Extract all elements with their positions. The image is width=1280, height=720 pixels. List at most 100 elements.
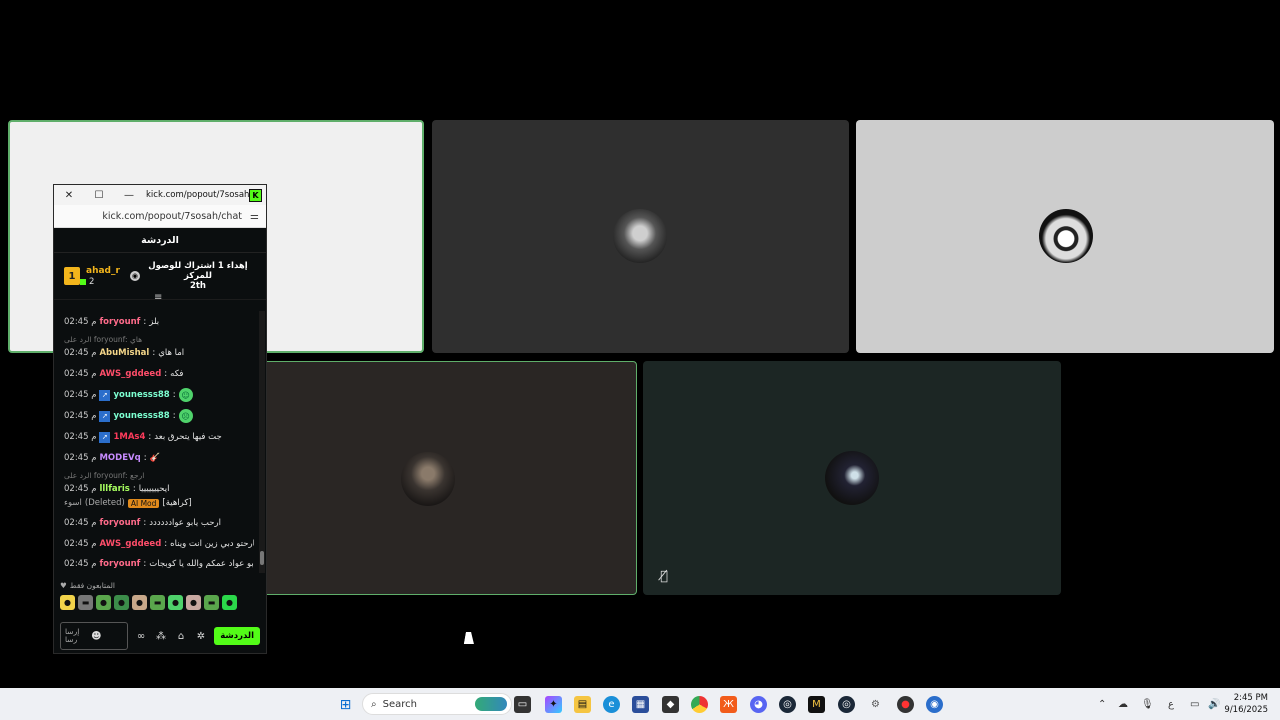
followers-only-text: المتابعون فقط (69, 581, 115, 590)
emote-bar[interactable]: ● ▬ ● ● ● ▬ ● ● ▬ ● (60, 595, 237, 610)
message-text: ارحب يابو عوادددددد (149, 518, 221, 528)
pinned-text-line2: 2th (189, 281, 206, 291)
message-time: 02:45 م (64, 411, 97, 421)
pinned-text-line1: إهداء 1 اشتراك للوصول للمركز (148, 261, 248, 281)
recording-app-icon[interactable]: ● (897, 696, 914, 713)
emoji-icon[interactable]: ☻ (89, 631, 103, 642)
app-cube-icon[interactable]: ◆ (662, 696, 679, 713)
emote-icon[interactable]: ● (186, 595, 201, 610)
mic-muted-icon: 🎙̸ (660, 568, 668, 584)
scrollbar-thumb[interactable] (260, 551, 264, 565)
address-bar[interactable]: kick.com/popout/7sosah/chat ⚌ (54, 205, 266, 228)
edge-browser-icon[interactable]: e (603, 696, 620, 713)
kick-logo-icon: K (249, 188, 262, 202)
message-username[interactable]: MODEVq (99, 453, 140, 463)
chat-message[interactable]: 02:45 م foryounf: بلز (64, 315, 254, 329)
chat-message[interactable]: 02:45 م MODEVq: 🎸 (64, 451, 254, 465)
epic-app-icon[interactable]: M (808, 696, 825, 713)
close-window-button[interactable]: ✕ (54, 190, 84, 201)
emote-icon[interactable]: ▬ (204, 595, 219, 610)
site-settings-icon[interactable]: ⚌ (250, 211, 266, 222)
file-explorer-icon[interactable]: ▤ (574, 696, 591, 713)
message-username[interactable]: 1MAs4 (113, 432, 145, 442)
minimize-window-button[interactable]: — (114, 190, 144, 201)
chat-message[interactable]: 02:45 م AWS_gddeed: طيب مارحتو دبي زين ا… (64, 537, 254, 551)
pinned-gift-banner[interactable]: 1 ahad_r 2 ◉ إهداء 1 اشتراك للوصول للمرك… (54, 253, 266, 303)
chat-message[interactable]: 02:45 م AbuMishal: اما هاي (64, 346, 254, 360)
participant-tile-3[interactable] (856, 120, 1274, 353)
chat-input[interactable]: إرسا رسا ☻ (60, 622, 128, 650)
xampp-icon[interactable]: Ж (720, 696, 737, 713)
chat-message[interactable]: 02:45 م foryounf: ابو عواد عمكم والله يا… (64, 557, 254, 571)
emote-icon[interactable]: ▬ (78, 595, 93, 610)
settings-gear-icon[interactable]: ✲ (194, 631, 208, 642)
taskbar-search[interactable]: ⌕ Search (362, 693, 512, 715)
emote-icon[interactable]: ● (114, 595, 129, 610)
collapse-icon[interactable]: ≡ (154, 292, 162, 303)
network-icon[interactable]: ▭ (1190, 688, 1199, 720)
emote-icon[interactable]: ▬ (150, 595, 165, 610)
browser-app-icon[interactable]: ◉ (926, 696, 943, 713)
store-app-icon[interactable]: ▦ (632, 696, 649, 713)
rank-badge: 1 (64, 267, 80, 285)
onedrive-icon[interactable]: ☁ (1118, 688, 1128, 720)
ai-mod-badge: AI Mod (127, 498, 160, 508)
message-username[interactable]: foryounf (99, 559, 140, 569)
message-text: ايحيييييييا (138, 484, 170, 494)
message-username[interactable]: foryounf (99, 317, 140, 327)
message-username[interactable]: AWS_gddeed (99, 539, 161, 549)
participant-avatar (825, 451, 879, 505)
message-username[interactable]: lllfaris (99, 484, 129, 494)
microphone-icon[interactable]: 🎙 (1141, 688, 1154, 720)
emote-icon[interactable]: ● (132, 595, 147, 610)
discord-icon[interactable]: ◕ (750, 696, 767, 713)
store-icon[interactable]: ⌂ (174, 631, 188, 642)
pinned-count: 2 (89, 276, 95, 287)
chat-scrollbar[interactable] (259, 311, 265, 573)
windows-start-icon[interactable]: ⊞ (337, 696, 354, 713)
participant-tile-5[interactable]: 🎙̸ (643, 361, 1061, 595)
settings-icon[interactable]: ⚙ (867, 696, 884, 713)
copilot-icon[interactable]: ✦ (545, 696, 562, 713)
send-chat-button[interactable]: الدردشة (214, 627, 260, 645)
chat-message[interactable]: 02:45 م lllfaris: ايحيييييييا (64, 482, 254, 496)
tray-overflow-icon[interactable]: ⌃ (1098, 688, 1106, 720)
task-view-icon[interactable]: ▭ (514, 696, 531, 713)
message-username[interactable]: younesss88 (113, 411, 169, 421)
chat-message[interactable]: 02:45 م ➚ younesss88: ☹ (64, 409, 254, 423)
chat-message[interactable]: 02:45 م ➚ younesss88: ☺ (64, 388, 254, 402)
chat-message[interactable]: 02:45 م foryounf: ارحب يابو عوادددددد (64, 516, 254, 530)
chat-popout-window[interactable]: ✕ ☐ — kick.com/popout/7sosah/ch... K kic… (53, 184, 267, 654)
system-clock[interactable]: 2:45 PM 9/16/2025 (1224, 692, 1268, 716)
emote-icon[interactable]: ● (60, 595, 75, 610)
message-username[interactable]: AbuMishal (99, 348, 149, 358)
maximize-window-button[interactable]: ☐ (84, 190, 114, 201)
mouse-cursor-icon (463, 632, 477, 644)
subscriber-badge-icon: ➚ (99, 389, 111, 401)
share-icon[interactable]: ⁂ (154, 631, 168, 642)
message-username[interactable]: foryounf (99, 518, 140, 528)
gift-icon: ◉ (129, 271, 140, 281)
reply-context: الرد على foryounf: هاي (64, 335, 143, 344)
message-username[interactable]: younesss88 (113, 390, 169, 400)
taskbar: ⊞ ⌕ Search ▭ ✦ ▤ e ▦ ◆ Ж ◕ ◎ M ◎ ⚙ ● ◉ ⌃… (0, 688, 1280, 720)
emote-icon[interactable]: ● (96, 595, 111, 610)
participant-tile-2[interactable] (432, 120, 849, 353)
emote-icon[interactable]: ● (168, 595, 183, 610)
emote-icon[interactable]: ● (222, 595, 237, 610)
participant-tile-4[interactable] (262, 361, 637, 595)
message-time: 02:45 م (64, 432, 97, 442)
volume-icon[interactable]: 🔊 (1208, 688, 1220, 720)
infinity-icon[interactable]: ∞ (134, 631, 148, 642)
message-username[interactable]: AWS_gddeed (99, 369, 161, 379)
chat-messages[interactable]: 02:45 م foryounf: بلز الرد على foryounf:… (54, 311, 258, 573)
chat-message[interactable]: 02:45 م AWS_gddeed: فكه (64, 367, 254, 381)
input-language[interactable]: ع (1168, 688, 1174, 720)
steam-icon-2[interactable]: ◎ (838, 696, 855, 713)
chrome-browser-icon[interactable] (691, 696, 708, 713)
message-time: 02:45 م (64, 559, 97, 569)
subscriber-badge-icon: ➚ (99, 410, 111, 422)
steam-icon[interactable]: ◎ (779, 696, 796, 713)
chat-input-placeholder-2: رسا (65, 635, 78, 644)
chat-message[interactable]: 02:45 م ➚ 1MAs4: جت فيها يتحرق بعد (64, 430, 254, 444)
